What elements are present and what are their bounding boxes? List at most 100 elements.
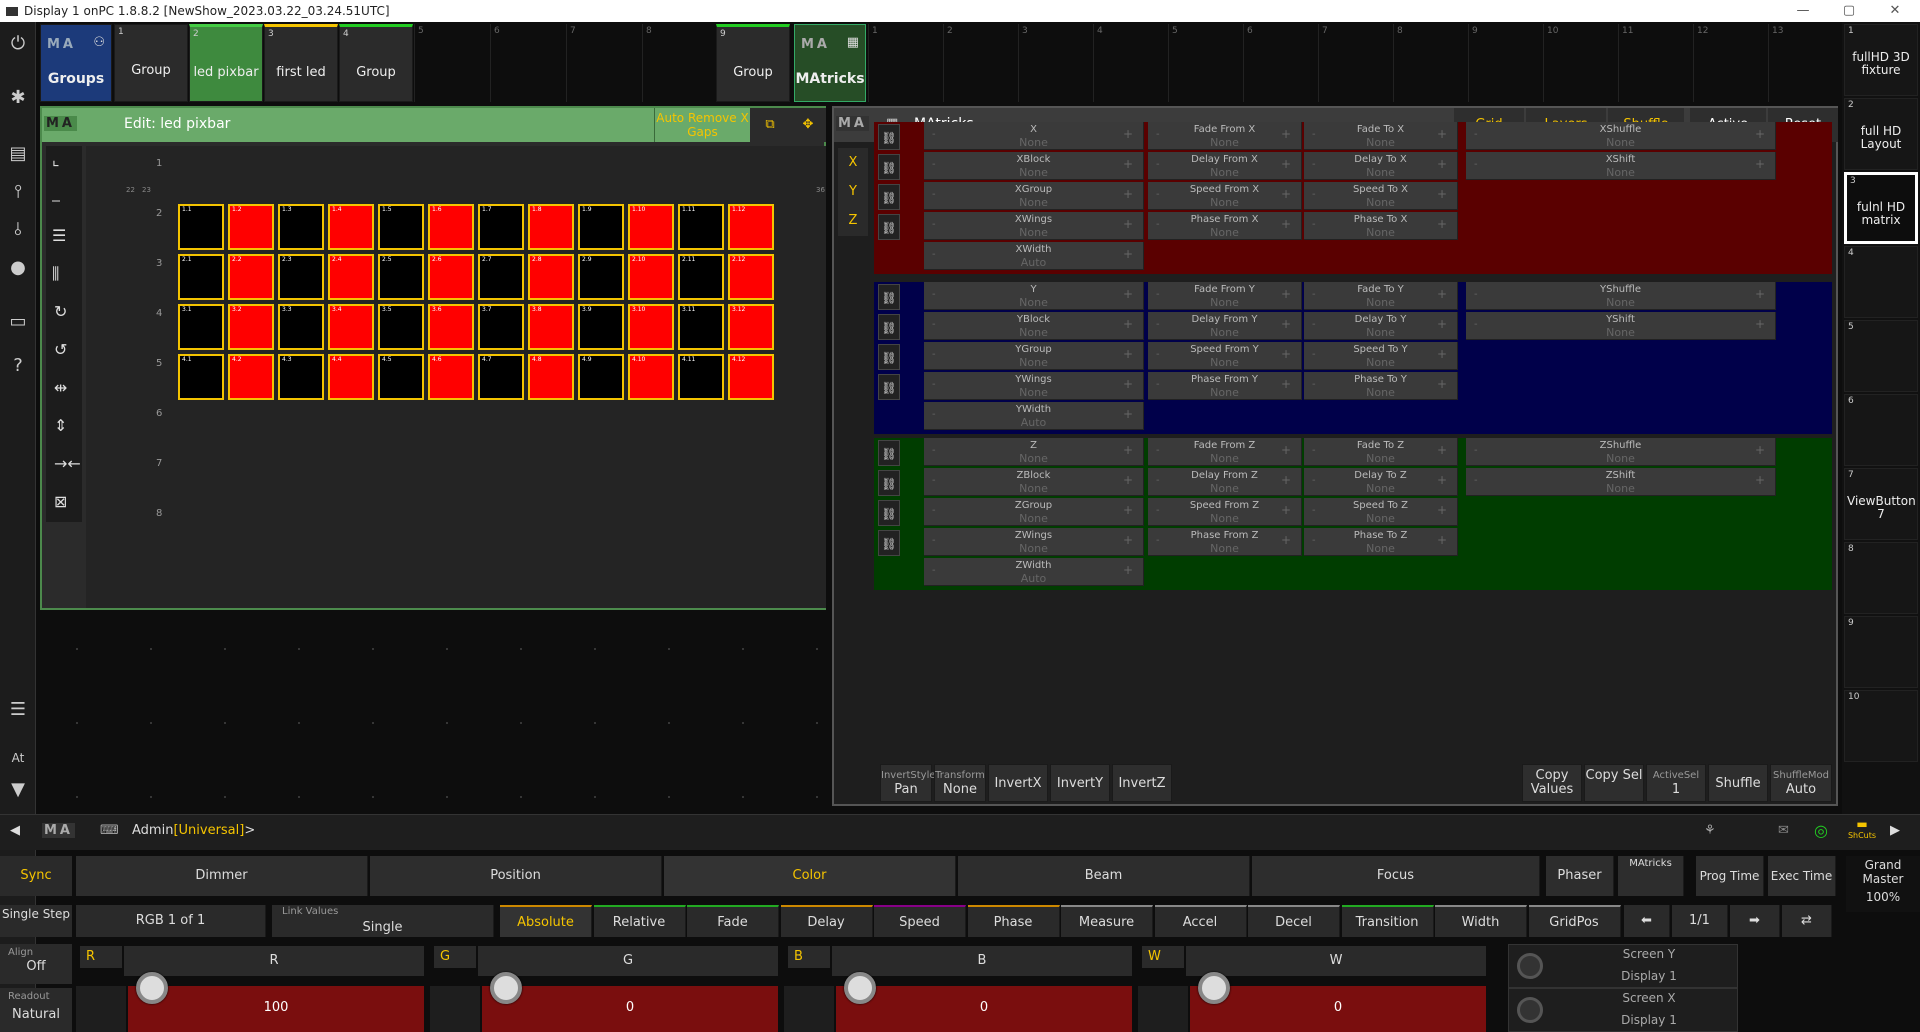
matricks-pool-title[interactable]: MA ▦ MAtricks bbox=[794, 24, 866, 102]
fill-tool-icon[interactable]: ⎯ bbox=[52, 190, 60, 210]
minimize-button[interactable]: — bbox=[1780, 0, 1826, 22]
fixture-cell[interactable]: 3.12 bbox=[728, 304, 774, 350]
command-prompt[interactable]: Admin[Universal]> bbox=[132, 823, 255, 838]
matricks-to-field[interactable]: - Delay To Z None + bbox=[1304, 468, 1458, 496]
groups-pool-title[interactable]: MA ⚇ Groups bbox=[40, 24, 112, 102]
fixture-cell[interactable]: 3.7 bbox=[478, 304, 524, 350]
move-icon[interactable]: ✥ bbox=[790, 108, 826, 142]
filter-icon[interactable]: ▼ bbox=[4, 776, 32, 804]
layers-icon[interactable]: ▤ bbox=[4, 140, 32, 168]
increment[interactable]: + bbox=[1281, 533, 1291, 547]
fixture-cell[interactable]: 4.8 bbox=[528, 354, 574, 400]
pool-empty[interactable]: 8 bbox=[642, 24, 717, 102]
link-icon[interactable]: ⛓ bbox=[878, 214, 900, 240]
matricks-zwings-field[interactable]: - ZWings None + bbox=[924, 528, 1144, 556]
increment[interactable]: + bbox=[1123, 317, 1133, 331]
view-button-7[interactable]: 7 ViewButton 7 bbox=[1844, 468, 1918, 540]
fixture-cell[interactable]: 3.1 bbox=[178, 304, 224, 350]
increment[interactable]: + bbox=[1437, 443, 1447, 457]
encoder-knob[interactable] bbox=[844, 972, 876, 1004]
pool-empty[interactable]: 5 bbox=[414, 24, 489, 102]
matricks-from-field[interactable]: - Speed From Y None + bbox=[1148, 342, 1302, 370]
fixture-cell[interactable]: 2.12 bbox=[728, 254, 774, 300]
matricks-to-field[interactable]: - Fade To X None + bbox=[1304, 122, 1458, 150]
fixture-cell[interactable]: 4.10 bbox=[628, 354, 674, 400]
increment[interactable]: + bbox=[1123, 443, 1133, 457]
screen-x-encoder[interactable]: Screen X Display 1 bbox=[1508, 988, 1738, 1032]
preset-type-relative[interactable]: Relative bbox=[593, 905, 686, 937]
increment[interactable]: + bbox=[1281, 473, 1291, 487]
feature-position[interactable]: Position bbox=[370, 856, 662, 896]
matricks-shuffle-field[interactable]: - XShuffle None + bbox=[1466, 122, 1776, 150]
fixture-cell[interactable]: 1.8 bbox=[528, 204, 574, 250]
network-icon[interactable]: ⚘ bbox=[1704, 823, 1716, 838]
fixture-cell[interactable]: 1.9 bbox=[578, 204, 624, 250]
increment[interactable]: + bbox=[1123, 377, 1133, 391]
fixture-cell[interactable]: 4.12 bbox=[728, 354, 774, 400]
increment[interactable]: + bbox=[1123, 533, 1133, 547]
increment[interactable]: + bbox=[1123, 217, 1133, 231]
increment[interactable]: + bbox=[1123, 473, 1133, 487]
channel-level-bar[interactable]: 100 bbox=[128, 986, 424, 1032]
fixture-cell[interactable]: 2.3 bbox=[278, 254, 324, 300]
matricks-from-field[interactable]: - Phase From Z None + bbox=[1148, 528, 1302, 556]
matricks-xgroup-field[interactable]: - XGroup None + bbox=[924, 182, 1144, 210]
fit-icon[interactable]: ⊠ bbox=[54, 492, 67, 511]
link-values-button[interactable]: Link Values Single bbox=[272, 905, 494, 937]
preset-type-gridpos[interactable]: GridPos bbox=[1528, 905, 1621, 937]
matricks-to-field[interactable]: - Fade To Y None + bbox=[1304, 282, 1458, 310]
fixture-cell[interactable]: 2.4 bbox=[328, 254, 374, 300]
link-icon[interactable]: ⛓ bbox=[878, 374, 900, 400]
increment[interactable]: + bbox=[1755, 287, 1765, 301]
channel-key[interactable]: G bbox=[434, 946, 476, 968]
link-icon[interactable]: ⛓ bbox=[878, 284, 900, 310]
link-icon[interactable]: ⛓ bbox=[878, 530, 900, 556]
fixture-cell[interactable]: 4.2 bbox=[228, 354, 274, 400]
matricks-ywidth-field[interactable]: - YWidth Auto + bbox=[924, 402, 1144, 430]
view-button-1[interactable]: 1 fullHD 3D fixture bbox=[1844, 24, 1918, 96]
fixture-cell[interactable]: 4.3 bbox=[278, 354, 324, 400]
matricks-from-field[interactable]: - Delay From Z None + bbox=[1148, 468, 1302, 496]
fixture-cell[interactable]: 3.6 bbox=[428, 304, 474, 350]
invert-y-button[interactable]: InvertY bbox=[1050, 764, 1110, 802]
view-button-4[interactable]: 4 bbox=[1844, 246, 1918, 318]
sync-button[interactable]: Sync bbox=[0, 856, 72, 896]
help-icon[interactable]: ? bbox=[4, 352, 32, 380]
matricks-from-field[interactable]: - Speed From Z None + bbox=[1148, 498, 1302, 526]
fixture-cell[interactable]: 2.2 bbox=[228, 254, 274, 300]
matricks-to-field[interactable]: - Speed To Y None + bbox=[1304, 342, 1458, 370]
rows-tool-icon[interactable]: ☰ bbox=[52, 226, 66, 245]
preset-type-absolute[interactable]: Absolute bbox=[500, 905, 592, 937]
increment[interactable]: + bbox=[1281, 317, 1291, 331]
fixture-cell[interactable]: 2.11 bbox=[678, 254, 724, 300]
preset-type-measure[interactable]: Measure bbox=[1061, 905, 1153, 937]
link-icon[interactable]: ⛓ bbox=[878, 124, 900, 150]
transform-button[interactable]: Transform None bbox=[934, 764, 986, 802]
preset-type-decel[interactable]: Decel bbox=[1248, 905, 1340, 937]
sliders-icon[interactable]: ⫰ bbox=[4, 216, 32, 244]
axis-y-button[interactable]: Y bbox=[838, 177, 868, 206]
view-button-10[interactable]: 10 bbox=[1844, 690, 1918, 762]
fixture-cell[interactable]: 3.10 bbox=[628, 304, 674, 350]
fixture-cell[interactable]: 1.12 bbox=[728, 204, 774, 250]
rgb-selector[interactable]: RGB 1 of 1 bbox=[76, 905, 266, 937]
matricks-shuffle-field[interactable]: - YShuffle None + bbox=[1466, 282, 1776, 310]
increment[interactable]: + bbox=[1755, 317, 1765, 331]
increment[interactable]: + bbox=[1437, 287, 1447, 301]
increment[interactable]: + bbox=[1281, 187, 1291, 201]
invert-style-button[interactable]: InvertStyle Pan bbox=[880, 764, 936, 802]
pool-empty[interactable]: 7 bbox=[566, 24, 641, 102]
fixture-cell[interactable]: 4.6 bbox=[428, 354, 474, 400]
matricks-from-field[interactable]: - Fade From Y None + bbox=[1148, 282, 1302, 310]
increment[interactable]: + bbox=[1437, 347, 1447, 361]
preset-type-delay[interactable]: Delay bbox=[780, 905, 873, 937]
view-button-5[interactable]: 5 bbox=[1844, 320, 1918, 392]
preset-type-phase[interactable]: Phase bbox=[967, 905, 1060, 937]
fixture-cell[interactable]: 2.9 bbox=[578, 254, 624, 300]
channel-level-bar[interactable]: 0 bbox=[836, 986, 1132, 1032]
fixture-cell[interactable]: 1.7 bbox=[478, 204, 524, 250]
increment[interactable]: + bbox=[1755, 443, 1765, 457]
fixture-cell[interactable]: 2.8 bbox=[528, 254, 574, 300]
link-icon[interactable]: ⛓ bbox=[878, 500, 900, 526]
shuffle-button[interactable]: Shuffle bbox=[1708, 764, 1768, 802]
